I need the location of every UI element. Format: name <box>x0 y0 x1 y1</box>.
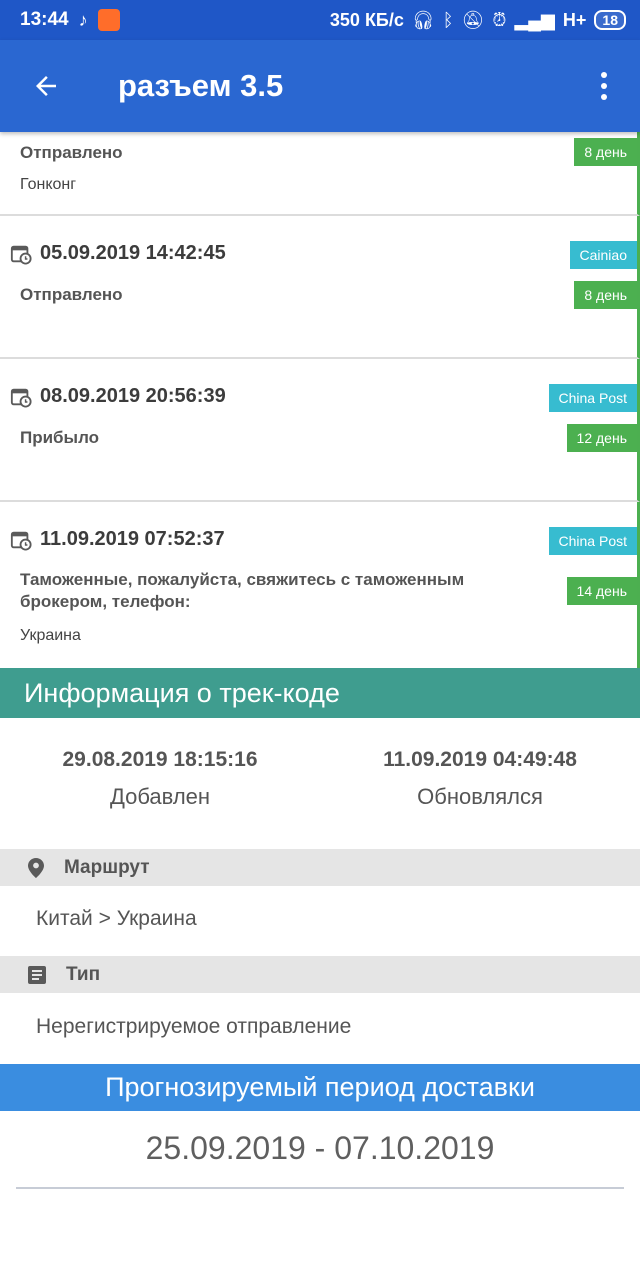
more-options-button[interactable] <box>568 40 640 132</box>
calendar-clock-icon <box>10 386 32 408</box>
type-header: Тип <box>0 956 640 993</box>
track-dates-row: 29.08.2019 18:15:16 Добавлен 11.09.2019 … <box>0 748 640 810</box>
route-header: Маршрут <box>0 849 640 886</box>
event-datetime: 05.09.2019 14:42:45 <box>40 242 226 264</box>
page-title: разъем 3.5 <box>118 68 284 103</box>
network-type: H+ <box>562 9 587 30</box>
track-info-header: Информация о трек-коде <box>0 668 640 718</box>
app-bar: разъем 3.5 <box>0 40 640 132</box>
app-notification-icon <box>97 9 120 31</box>
updated-date-label: Обновлялся <box>417 784 543 809</box>
event-datetime: 08.09.2019 20:56:39 <box>40 385 226 407</box>
tracking-event: 05.09.2019 14:42:45 Cainiao Отправлено 8… <box>0 216 640 359</box>
battery-icon: 18 <box>594 10 626 30</box>
status-bar: 13:44 ♪ 350 КБ/с 🎧︎ ᛒ 🔕︎ ⏰︎ ▂▄▆ H+ 18 <box>0 0 640 40</box>
route-value: Китай > Украина <box>36 907 197 930</box>
carrier-badge: China Post <box>548 384 637 412</box>
signal-icon: ▂▄▆ <box>514 9 555 30</box>
network-speed: 350 КБ/с <box>329 9 404 30</box>
route-label: Маршрут <box>64 856 150 878</box>
bluetooth-icon: ᛒ <box>442 9 454 30</box>
back-button[interactable] <box>0 40 92 132</box>
event-status: Прибыло <box>20 428 100 447</box>
event-datetime: 11.09.2019 07:52:37 <box>40 528 225 550</box>
event-location: Гонконг <box>20 176 77 193</box>
added-date-value: 29.08.2019 18:15:16 <box>62 748 258 771</box>
alarm-icon: ⏰︎ <box>492 9 507 30</box>
back-arrow-icon <box>36 76 56 96</box>
status-time: 13:44 <box>20 9 69 30</box>
updated-date-value: 11.09.2019 04:49:48 <box>383 748 577 771</box>
type-label: Тип <box>66 963 101 985</box>
tracking-event: 11.09.2019 07:52:37 China Post Таможенны… <box>0 502 640 668</box>
more-vert-icon <box>601 72 607 78</box>
days-badge: 8 день <box>574 281 637 309</box>
calendar-clock-icon <box>10 243 32 265</box>
location-pin-icon <box>28 857 44 878</box>
carrier-badge: Cainiao <box>569 241 637 269</box>
carrier-badge: China Post <box>548 527 637 555</box>
days-badge: 12 день <box>566 424 637 452</box>
forecast-header: Прогнозируемый период доставки <box>0 1064 640 1111</box>
added-date-label: Добавлен <box>109 784 211 809</box>
event-status: Отправлено <box>20 285 123 304</box>
tracking-events-list[interactable]: 8 день Отправлено Гонконг 05.09.2019 14:… <box>0 132 640 668</box>
battery-level: 18 <box>602 12 618 28</box>
forecast-period: 25.09.2019 - 07.10.2019 <box>145 1130 495 1166</box>
mute-icon: 🔕︎ <box>461 9 485 30</box>
event-status: Отправлено <box>20 143 123 162</box>
days-badge: 14 день <box>566 577 637 605</box>
added-date: 29.08.2019 18:15:16 Добавлен <box>0 748 320 810</box>
event-location: Украина <box>20 627 81 644</box>
event-status: Таможенные, пожалуйста, свяжитесь с тамо… <box>20 570 465 611</box>
tracking-event: 08.09.2019 20:56:39 China Post Прибыло 1… <box>0 359 640 502</box>
calendar-clock-icon <box>10 529 32 551</box>
days-badge: 8 день <box>574 138 637 166</box>
headphones-icon: 🎧︎ <box>411 9 435 30</box>
document-icon <box>28 965 46 984</box>
tracking-event: 8 день Отправлено Гонконг <box>0 132 640 216</box>
divider <box>16 1187 624 1189</box>
updated-date: 11.09.2019 04:49:48 Обновлялся <box>320 748 640 810</box>
type-value: Нерегистрируемое отправление <box>36 1015 352 1038</box>
tiktok-icon: ♪ <box>78 9 88 30</box>
